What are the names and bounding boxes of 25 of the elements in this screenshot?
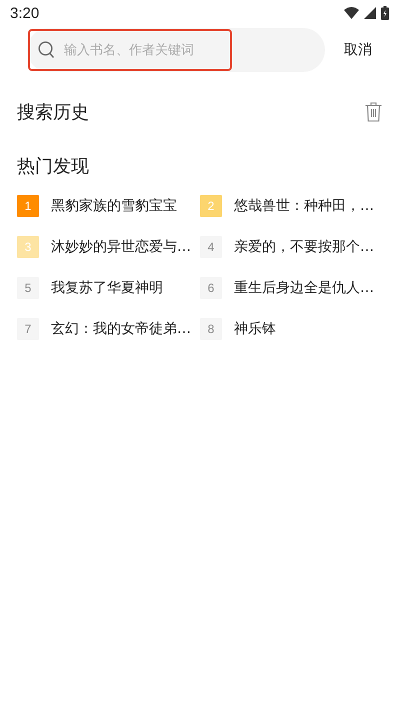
section-title: 热门发现 xyxy=(17,155,89,178)
search-field[interactable]: 输入书名、作者关键词 xyxy=(27,28,325,72)
book-title-link[interactable]: 黑豹家族的雪豹宝宝 xyxy=(51,197,177,215)
cancel-button[interactable]: 取消 xyxy=(344,41,372,59)
book-title-link[interactable]: 玄幻：我的女帝徒弟… xyxy=(51,320,191,338)
trash-icon[interactable] xyxy=(365,102,382,122)
book-title-link[interactable]: 神乐钵 xyxy=(234,320,276,338)
book-title-link[interactable]: 我复苏了华夏神明 xyxy=(51,279,163,297)
wifi-icon xyxy=(344,7,359,19)
rank-badge: 8 xyxy=(200,318,222,340)
rank-badge: 7 xyxy=(17,318,39,340)
book-title-link[interactable]: 悠哉兽世：种种田，… xyxy=(234,197,374,215)
rank-badge: 4 xyxy=(200,236,222,258)
rank-badge: 6 xyxy=(200,277,222,299)
battery-icon xyxy=(381,6,389,20)
status-time: 3:20 xyxy=(10,4,40,22)
rank-badge: 2 xyxy=(200,195,222,217)
book-title-link[interactable]: 亲爱的，不要按那个… xyxy=(234,238,374,256)
section-title: 搜索历史 xyxy=(17,101,89,124)
rank-badge: 1 xyxy=(17,195,39,217)
book-title-link[interactable]: 重生后身边全是仇人… xyxy=(234,279,374,297)
signal-icon xyxy=(364,7,376,19)
book-title-link[interactable]: 沐妙妙的异世恋爱与… xyxy=(51,238,191,256)
rank-badge: 3 xyxy=(17,236,39,258)
rank-badge: 5 xyxy=(17,277,39,299)
